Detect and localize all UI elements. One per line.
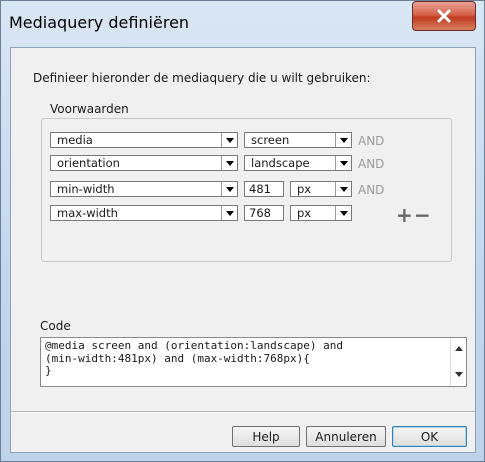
and-label: AND [358,157,385,171]
ok-button[interactable]: OK [392,426,467,447]
chevron-down-icon [335,156,351,170]
scroll-down-icon[interactable] [455,372,463,377]
max-width-input[interactable]: 768 [244,205,284,221]
add-condition-button[interactable]: + [396,205,413,225]
property-value: media [57,133,93,147]
close-icon [413,2,475,30]
value-select-orientation[interactable]: landscape [244,155,352,171]
close-button[interactable] [412,1,476,31]
conditions-group-label: Voorwaarden [47,102,132,116]
code-line: } [45,364,52,377]
property-value: orientation [57,156,120,170]
footer-divider [11,411,475,413]
select-value: landscape [251,156,310,170]
unit-select-min-width[interactable]: px [290,181,352,197]
remove-condition-button[interactable]: − [414,205,431,225]
property-value: max-width [57,206,118,220]
code-textarea[interactable]: @media screen and (orientation:landscape… [40,337,467,387]
property-select-orientation[interactable]: orientation [50,155,238,171]
code-scrollbar[interactable] [450,338,466,386]
dialog-title: Mediaquery definiëren [9,13,190,32]
chevron-down-icon [221,206,237,220]
chevron-down-icon [221,182,237,196]
property-select-min-width[interactable]: min-width [50,181,238,197]
chevron-down-icon [335,133,351,147]
chevron-down-icon [335,206,351,220]
property-value: min-width [57,182,115,196]
scroll-up-icon[interactable] [455,346,463,351]
unit-select-max-width[interactable]: px [290,205,352,221]
code-line: @media screen and (orientation:landscape… [45,339,344,352]
select-value: screen [251,133,290,147]
code-label: Code [40,319,71,333]
chevron-down-icon [221,133,237,147]
chevron-down-icon [221,156,237,170]
select-value: px [297,182,312,196]
property-select-max-width[interactable]: max-width [50,205,238,221]
and-label: AND [358,183,385,197]
and-label: AND [358,134,385,148]
chevron-down-icon [335,182,351,196]
min-width-input[interactable]: 481 [244,181,284,197]
cancel-button[interactable]: Annuleren [306,426,386,447]
value-select-media[interactable]: screen [244,132,352,148]
code-line: (min-width:481px) and (max-width:768px){ [45,351,310,365]
property-select-media[interactable]: media [50,132,238,148]
help-button[interactable]: Help [232,426,300,447]
description-text: Definieer hieronder de mediaquery die u … [33,71,371,85]
select-value: px [297,206,312,220]
